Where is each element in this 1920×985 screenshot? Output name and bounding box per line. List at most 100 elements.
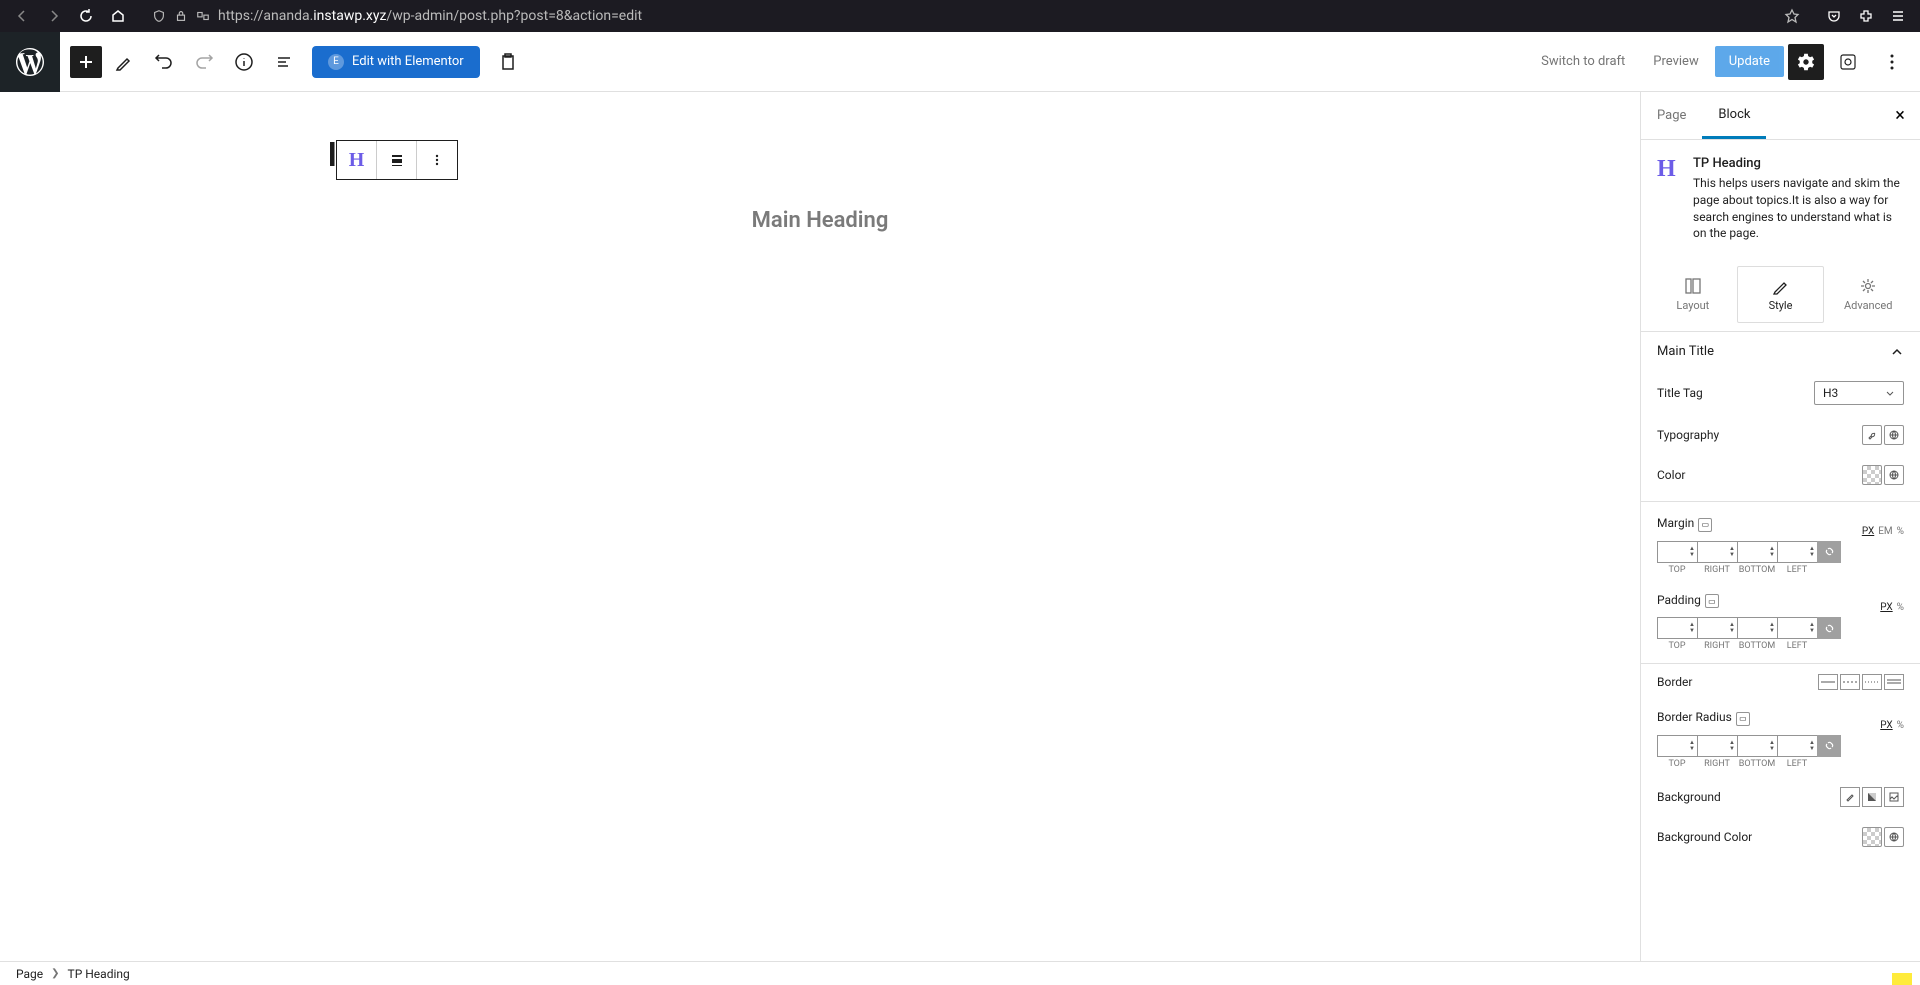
- padding-right-input[interactable]: ▲▼: [1697, 617, 1737, 639]
- border-style-solid[interactable]: [1818, 674, 1838, 690]
- tab-block[interactable]: Block: [1702, 93, 1766, 139]
- main-heading-block[interactable]: Main Heading: [40, 208, 1600, 233]
- jetpack-button[interactable]: [1830, 44, 1866, 80]
- redo-button[interactable]: [186, 44, 222, 80]
- margin-inputs: ▲▼ ▲▼ ▲▼ ▲▼: [1641, 537, 1920, 565]
- home-button[interactable]: [104, 2, 132, 30]
- background-color-control: Background Color: [1641, 817, 1920, 857]
- margin-right-input[interactable]: ▲▼: [1697, 541, 1737, 563]
- panel-tab-style[interactable]: Style: [1737, 266, 1825, 323]
- globe-icon[interactable]: [1884, 827, 1904, 847]
- radius-right-input[interactable]: ▲▼: [1697, 735, 1737, 757]
- background-label: Background: [1657, 790, 1721, 804]
- options-button[interactable]: [1874, 44, 1910, 80]
- breadcrumb-root[interactable]: Page: [16, 967, 43, 981]
- outline-button[interactable]: [266, 44, 302, 80]
- update-button[interactable]: Update: [1715, 46, 1784, 77]
- tab-page[interactable]: Page: [1641, 94, 1702, 137]
- pocket-icon[interactable]: [1820, 2, 1848, 30]
- close-sidebar-button[interactable]: ×: [1888, 104, 1912, 128]
- bg-classic[interactable]: [1840, 787, 1860, 807]
- unit-pct[interactable]: %: [1897, 602, 1904, 613]
- unit-px[interactable]: PX: [1880, 720, 1892, 731]
- color-label: Color: [1657, 468, 1685, 482]
- bookmark-icon[interactable]: [1784, 8, 1800, 24]
- url-text: https://ananda.instawp.xyz/wp-admin/post…: [218, 8, 1776, 24]
- unit-pct[interactable]: %: [1897, 526, 1904, 537]
- margin-left-input[interactable]: ▲▼: [1777, 541, 1817, 563]
- cursor-highlight: [1892, 973, 1912, 985]
- browser-chrome: https://ananda.instawp.xyz/wp-admin/post…: [0, 0, 1920, 32]
- heading-icon: H: [1657, 156, 1681, 242]
- title-tag-select[interactable]: H3: [1814, 381, 1904, 405]
- preview-button[interactable]: Preview: [1641, 46, 1710, 77]
- link-radius-button[interactable]: [1817, 735, 1841, 757]
- bg-color-swatch[interactable]: [1862, 827, 1882, 847]
- block-type-button[interactable]: H: [337, 141, 377, 179]
- panel-tab-layout[interactable]: Layout: [1649, 266, 1737, 323]
- border-radius-inputs: ▲▼ ▲▼ ▲▼ ▲▼: [1641, 731, 1920, 759]
- panel-tab-advanced[interactable]: Advanced: [1824, 266, 1912, 323]
- shield-icon: [152, 9, 166, 23]
- border-style-dotted[interactable]: [1862, 674, 1882, 690]
- block-align-button[interactable]: [377, 141, 417, 179]
- margin-top-input[interactable]: ▲▼: [1657, 541, 1697, 563]
- extensions-icon[interactable]: [1852, 2, 1880, 30]
- padding-inputs: ▲▼ ▲▼ ▲▼ ▲▼: [1641, 613, 1920, 641]
- block-more-button[interactable]: [417, 141, 457, 179]
- radius-left-input[interactable]: ▲▼: [1777, 735, 1817, 757]
- block-info: H TP Heading This helps users navigate a…: [1641, 140, 1920, 258]
- block-name: TP Heading: [1693, 156, 1904, 171]
- panel-tabs: Layout Style Advanced: [1641, 258, 1920, 331]
- wrench-icon[interactable]: [1862, 425, 1882, 445]
- menu-icon[interactable]: [1884, 2, 1912, 30]
- padding-bottom-input[interactable]: ▲▼: [1737, 617, 1777, 639]
- elementor-button[interactable]: EEdit with Elementor: [312, 46, 480, 78]
- url-bar[interactable]: https://ananda.instawp.xyz/wp-admin/post…: [144, 2, 1808, 30]
- wp-logo[interactable]: [0, 32, 60, 92]
- reload-button[interactable]: [72, 2, 100, 30]
- back-button[interactable]: [8, 2, 36, 30]
- title-tag-control: Title Tag H3: [1641, 371, 1920, 415]
- sidebar-tabs: Page Block ×: [1641, 92, 1920, 140]
- wp-toolbar: EEdit with Elementor Switch to draft Pre…: [0, 32, 1920, 92]
- link-padding-button[interactable]: [1817, 617, 1841, 639]
- color-control: Color: [1641, 455, 1920, 502]
- radius-bottom-input[interactable]: ▲▼: [1737, 735, 1777, 757]
- section-main-title[interactable]: Main Title: [1641, 331, 1920, 371]
- typography-label: Typography: [1657, 428, 1719, 442]
- permissions-icon: [196, 9, 210, 23]
- bg-gradient[interactable]: [1862, 787, 1882, 807]
- border-style-dashed[interactable]: [1840, 674, 1860, 690]
- unit-pct[interactable]: %: [1897, 720, 1904, 731]
- link-margin-button[interactable]: [1817, 541, 1841, 563]
- unit-px[interactable]: PX: [1862, 526, 1874, 537]
- breadcrumb: Page ❯ TP Heading: [0, 961, 1920, 985]
- radius-top-input[interactable]: ▲▼: [1657, 735, 1697, 757]
- elementor-icon: E: [328, 54, 344, 70]
- tools-button[interactable]: [106, 44, 142, 80]
- bg-image[interactable]: [1884, 787, 1904, 807]
- settings-button[interactable]: [1788, 44, 1824, 80]
- globe-icon[interactable]: [1884, 465, 1904, 485]
- block-toolbar: H: [336, 140, 458, 180]
- border-control: Border: [1641, 664, 1920, 700]
- add-block-button[interactable]: [70, 46, 102, 78]
- border-label: Border: [1657, 675, 1692, 689]
- editor-canvas[interactable]: lder Main Heading: [0, 92, 1640, 961]
- margin-bottom-input[interactable]: ▲▼: [1737, 541, 1777, 563]
- breadcrumb-current[interactable]: TP Heading: [68, 967, 130, 981]
- unit-px[interactable]: PX: [1880, 602, 1892, 613]
- padding-top-input[interactable]: ▲▼: [1657, 617, 1697, 639]
- paste-button[interactable]: [490, 44, 526, 80]
- padding-left-input[interactable]: ▲▼: [1777, 617, 1817, 639]
- undo-button[interactable]: [146, 44, 182, 80]
- details-button[interactable]: [226, 44, 262, 80]
- forward-button[interactable]: [40, 2, 68, 30]
- border-style-double[interactable]: [1884, 674, 1904, 690]
- globe-icon[interactable]: [1884, 425, 1904, 445]
- switch-draft-button[interactable]: Switch to draft: [1529, 46, 1637, 77]
- color-swatch[interactable]: [1862, 465, 1882, 485]
- background-color-label: Background Color: [1657, 830, 1752, 844]
- unit-em[interactable]: EM: [1878, 526, 1892, 537]
